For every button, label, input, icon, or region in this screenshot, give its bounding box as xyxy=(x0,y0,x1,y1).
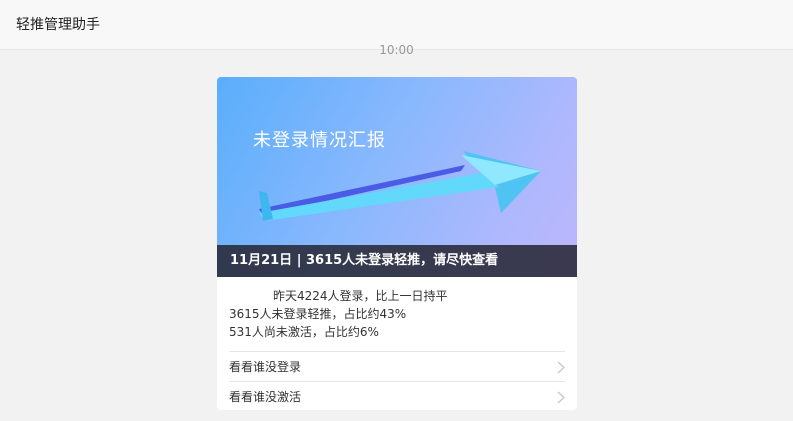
view-not-logged-in-link[interactable]: 看看谁没登录 xyxy=(229,351,565,382)
caption-bar: 11月21日 | 3615人未登录轻推，请尽快查看 xyxy=(217,245,577,277)
summary-text: 昨天4224人登录，比上一日持平 3615人未登录轻推，占比约43% 531人尚… xyxy=(229,287,448,341)
chevron-right-icon xyxy=(557,361,565,374)
summary-line-not-logged-in: 3615人未登录轻推，占比约43% xyxy=(229,307,407,321)
chevron-right-icon xyxy=(557,391,565,404)
report-banner[interactable]: 未登录情况汇报 11月21日 | 3615人未登录轻推，请尽快查看 xyxy=(217,77,577,277)
caption-text: 11月21日 | 3615人未登录轻推，请尽快查看 xyxy=(230,253,499,268)
report-card[interactable]: 未登录情况汇报 11月21日 | 3615人未登录轻推，请尽快查看 昨天4224… xyxy=(217,77,577,410)
summary-line-login: 昨天4224人登录，比上一日持平 xyxy=(273,289,448,303)
view-not-activated-link[interactable]: 看看谁没激活 xyxy=(229,381,565,410)
arrow-illustration-icon xyxy=(259,151,541,221)
banner-title: 未登录情况汇报 xyxy=(253,130,386,151)
message-timestamp: 10:00 xyxy=(379,43,414,57)
summary-line-not-activated: 531人尚未激活，占比约6% xyxy=(229,325,379,339)
chat-title: 轻推管理助手 xyxy=(16,17,100,33)
link-label: 看看谁没激活 xyxy=(229,390,302,404)
link-label: 看看谁没登录 xyxy=(229,360,302,374)
